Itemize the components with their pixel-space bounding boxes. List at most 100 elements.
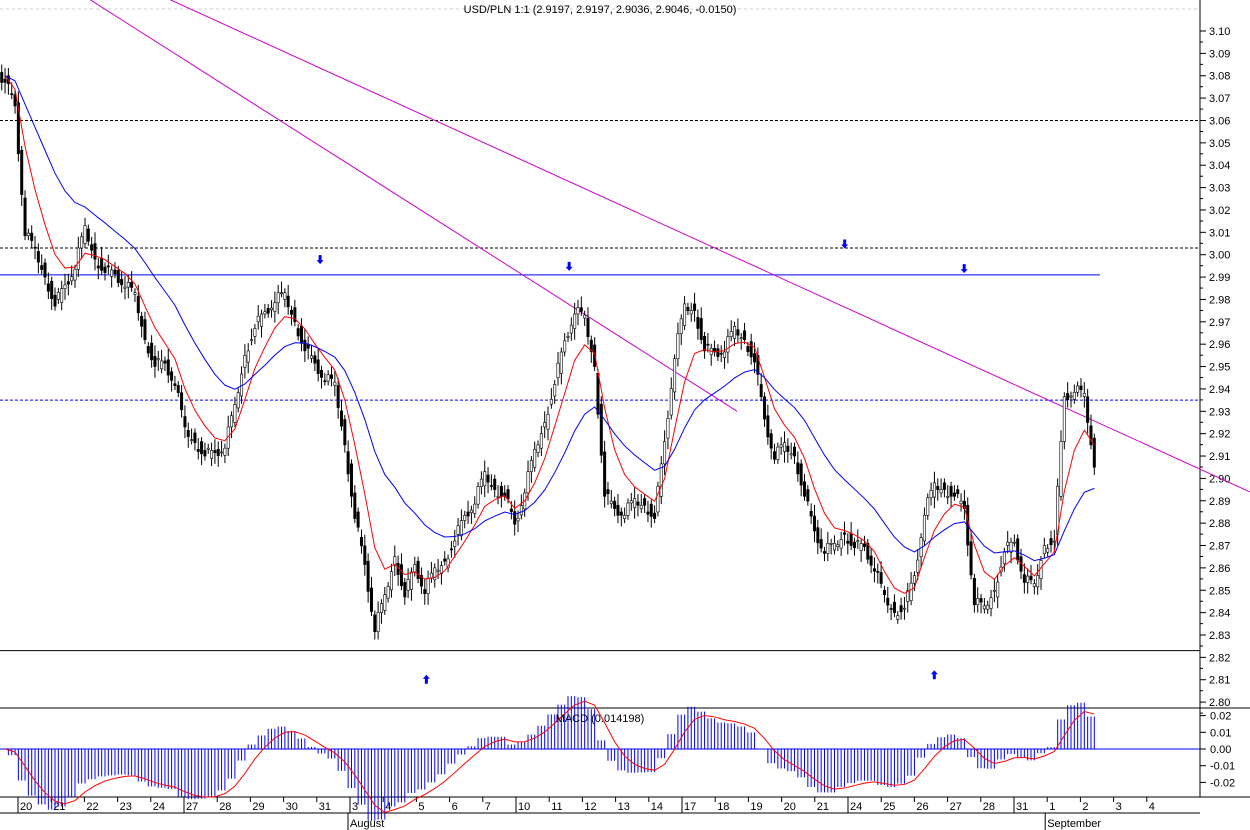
macd-y-tick-label: -0.01 <box>1210 761 1235 773</box>
candle-body <box>496 495 500 498</box>
candle-body <box>43 262 47 278</box>
candle-body <box>892 601 896 613</box>
candle-body <box>776 446 780 460</box>
candle-body <box>1016 538 1020 561</box>
candle-body <box>423 589 427 594</box>
candle-body <box>916 559 920 573</box>
candle-body <box>506 489 510 500</box>
candle-body <box>449 548 453 551</box>
candle-body <box>696 317 700 329</box>
candle-body <box>363 545 367 565</box>
arrow-down-icon <box>841 239 849 249</box>
candle-body <box>443 558 447 562</box>
candle-body <box>972 578 976 606</box>
candle-body <box>842 532 846 535</box>
candle-body <box>536 444 540 453</box>
candle-body <box>290 309 294 315</box>
candle-body <box>223 447 227 456</box>
candle-body <box>186 430 190 437</box>
candle-body <box>723 351 727 358</box>
candle-body <box>373 614 377 632</box>
trend-line <box>89 0 738 412</box>
y-tick-label: 2.82 <box>1209 652 1230 664</box>
candle-body <box>170 371 174 381</box>
candle-body <box>616 504 620 516</box>
candle-body <box>20 150 24 195</box>
candle-body <box>110 269 114 277</box>
candle-body <box>1026 575 1030 583</box>
candle-body <box>296 328 300 337</box>
candle-body <box>982 605 986 610</box>
y-tick-label: 3.08 <box>1209 71 1230 83</box>
x-tick-label: 11 <box>551 801 562 813</box>
x-tick-label: 21 <box>817 801 829 813</box>
y-tick-label: 3.04 <box>1209 160 1230 172</box>
candle-body <box>213 450 217 453</box>
candle-body <box>789 453 793 456</box>
candle-body <box>653 512 657 519</box>
x-tick-label: 24 <box>850 801 862 813</box>
candle-body <box>533 449 537 468</box>
candle-body <box>316 359 320 374</box>
candle-body <box>120 279 124 286</box>
candle-body <box>639 504 643 509</box>
x-tick-label: 17 <box>684 801 696 813</box>
candle-body <box>100 257 104 271</box>
candle-body <box>509 508 513 512</box>
candle-body <box>869 555 873 566</box>
candle-body <box>466 511 470 517</box>
candle-body <box>959 500 963 505</box>
x-tick-label: 24 <box>153 801 165 813</box>
candle-body <box>539 433 543 449</box>
candle-body <box>60 288 64 303</box>
candle-body <box>1029 575 1033 581</box>
candle-body <box>1082 393 1086 397</box>
candle-body <box>899 605 903 613</box>
candle-body <box>153 356 157 367</box>
x-tick-label: 25 <box>883 801 895 813</box>
candle-body <box>1036 575 1040 588</box>
candle-body <box>743 330 747 341</box>
candle-body <box>403 582 407 598</box>
x-tick-label: 27 <box>950 801 962 813</box>
candle-body <box>882 589 886 596</box>
candle-body <box>989 597 993 609</box>
candle-body <box>889 608 893 610</box>
candle-body <box>902 607 906 610</box>
candle-body <box>476 486 480 505</box>
candle-body <box>1049 538 1053 546</box>
candle-body <box>143 319 147 341</box>
candle-body <box>150 342 154 361</box>
candle-body <box>1059 441 1063 497</box>
candle-body <box>579 307 583 312</box>
candle-body <box>526 471 530 494</box>
x-tick-label: 2 <box>1082 801 1088 813</box>
candle-body <box>783 442 787 452</box>
x-tick-label: 29 <box>252 801 264 813</box>
candle-body <box>679 318 683 335</box>
candle-body <box>276 292 280 304</box>
chart-title: USD/PLN 1:1 (2.9197, 2.9197, 2.9036, 2.9… <box>464 4 737 16</box>
x-tick-label: 3 <box>1116 801 1122 813</box>
candle-body <box>250 339 254 342</box>
candle-body <box>569 324 573 334</box>
candle-body <box>769 433 773 449</box>
candle-body <box>799 463 803 486</box>
candle-body <box>273 302 277 312</box>
candle-body <box>1012 541 1016 544</box>
candle-body <box>156 358 160 361</box>
candle-body <box>896 615 900 620</box>
candle-body <box>266 308 270 314</box>
candle-body <box>140 315 144 327</box>
candle-body <box>759 384 763 398</box>
candle-body <box>619 511 623 516</box>
candle-body <box>163 360 167 364</box>
candle-body <box>939 489 943 494</box>
y-tick-label: 2.95 <box>1209 362 1230 374</box>
candle-body <box>1079 385 1083 390</box>
x-tick-label: 20 <box>784 801 796 813</box>
candle-body <box>809 510 813 517</box>
candle-body <box>716 348 720 357</box>
candle-body <box>613 500 617 509</box>
candle-body <box>353 492 357 519</box>
